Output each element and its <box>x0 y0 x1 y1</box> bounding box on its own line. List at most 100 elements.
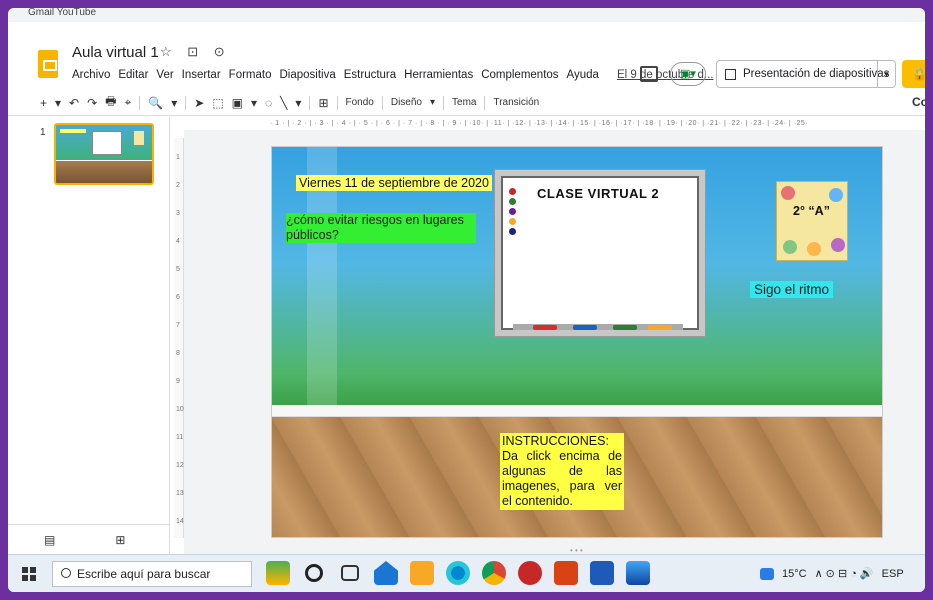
class-grade-card-image[interactable]: 2° “A” <box>776 181 848 261</box>
ruler-mark: 8 <box>176 350 180 357</box>
photos-icon[interactable] <box>626 561 650 585</box>
menu-estructura[interactable]: Estructura <box>344 69 396 81</box>
ruler-mark: 12 <box>176 462 184 469</box>
language-indicator[interactable]: ESP <box>882 568 904 580</box>
whiteboard-surface: CLASE VIRTUAL 2 <box>501 176 699 330</box>
menu-complementos[interactable]: Complementos <box>481 69 558 81</box>
grid-view-icon[interactable]: ⊞ <box>115 533 125 547</box>
task-view-icon[interactable] <box>341 565 359 581</box>
zoom-icon[interactable]: 🔍 <box>148 96 163 110</box>
filmstrip-view-icon[interactable]: ▤ <box>44 533 55 547</box>
search-icon <box>61 568 71 578</box>
file-explorer-icon[interactable] <box>410 561 434 585</box>
transition-button[interactable]: Transición <box>493 97 539 108</box>
marker-yellow <box>648 325 672 330</box>
toolbar-divider <box>185 95 187 110</box>
temperature-readout[interactable]: 15°C <box>782 568 807 580</box>
magnets-icon <box>509 188 517 238</box>
child-doodle-icon <box>831 238 845 252</box>
chevron-down-icon[interactable]: ▾ <box>877 61 895 87</box>
filmstrip-view-controls: ▤ ⊞ ‹ <box>8 524 189 554</box>
windows-start-icon[interactable] <box>22 567 36 581</box>
share-button[interactable]: 🔒Co <box>902 60 925 109</box>
grade-label: 2° “A” <box>791 204 832 218</box>
print-icon[interactable]: 🖶 <box>105 92 116 113</box>
edge-browser-icon[interactable] <box>446 561 470 585</box>
line-icon[interactable]: ╲ <box>280 96 287 110</box>
slide-canvas[interactable]: Viernes 11 de septiembre de 2020 ¿cómo e… <box>271 146 883 538</box>
title-actions[interactable]: ☆ ⊡ ⊙ <box>160 44 231 60</box>
store-icon[interactable] <box>374 561 398 585</box>
redo-icon[interactable]: ↷ <box>87 96 97 110</box>
opera-browser-icon[interactable] <box>518 561 542 585</box>
windows-taskbar: Escribe aquí para buscar 15°C ∧ ⊙ ⊟ ◔ 🔊 … <box>8 554 925 592</box>
menu-formato[interactable]: Formato <box>229 69 272 81</box>
meet-camera-icon[interactable]: ▣▾ <box>670 62 706 86</box>
bookmarks-text[interactable]: Gmail YouTube <box>28 8 96 18</box>
cortana-icon[interactable] <box>305 564 323 582</box>
image-icon[interactable]: ▣ <box>232 96 243 110</box>
child-doodle-icon <box>783 240 797 254</box>
menu-herramientas[interactable]: Herramientas <box>404 69 473 81</box>
menu-archivo[interactable]: Archivo <box>72 69 110 81</box>
marker-red <box>533 325 557 330</box>
menu-ayuda[interactable]: Ayuda <box>567 69 599 81</box>
date-text-box[interactable]: Viernes 11 de septiembre de 2020 <box>296 175 492 191</box>
taskbar-search-input[interactable]: Escribe aquí para buscar <box>52 561 252 587</box>
chrome-browser-icon[interactable] <box>482 561 506 585</box>
text-box-icon[interactable]: ⬚ <box>212 96 223 110</box>
menu-ver[interactable]: Ver <box>156 69 173 81</box>
thumbnail-label <box>60 129 86 133</box>
ruler-mark: 7 <box>176 322 180 329</box>
toolbar-divider <box>139 95 141 110</box>
toolbar-divider <box>484 95 486 110</box>
image-dropdown-icon[interactable]: ▾ <box>251 96 257 110</box>
slides-logo-icon[interactable] <box>38 50 58 78</box>
menu-insertar[interactable]: Insertar <box>182 69 221 81</box>
rhythm-text-box[interactable]: Sigo el ritmo <box>750 281 834 298</box>
line-dropdown-icon[interactable]: ▾ <box>295 96 301 110</box>
question-text-box[interactable]: ¿cómo evitar riesgos en lugares públicos… <box>286 213 476 243</box>
theme-button[interactable]: Tema <box>452 97 476 108</box>
whiteboard-title[interactable]: CLASE VIRTUAL 2 <box>537 186 659 201</box>
present-button[interactable]: Presentación de diapositivas ▾ <box>716 60 896 88</box>
ruler-mark: 2 <box>176 182 180 189</box>
whiteboard-image[interactable]: CLASE VIRTUAL 2 <box>494 169 706 337</box>
ruler-mark: 13 <box>176 490 184 497</box>
docs-header: Aula virtual 1 ☆ ⊡ ⊙ Archivo Editar Ver … <box>8 22 925 109</box>
magnet-red <box>509 188 516 195</box>
powerpoint-icon[interactable] <box>554 561 578 585</box>
comment-add-icon[interactable]: ⊞ <box>318 96 328 110</box>
system-tray: 15°C ∧ ⊙ ⊟ ◔ 🔊 ESP <box>760 567 904 580</box>
weather-icon[interactable] <box>760 567 774 580</box>
ruler-mark: 6 <box>176 294 180 301</box>
tray-icons[interactable]: ∧ ⊙ ⊟ ◔ 🔊 <box>815 567 874 580</box>
present-label: Presentación de diapositivas <box>743 68 890 80</box>
undo-icon[interactable]: ↶ <box>69 96 79 110</box>
instructions-text-box[interactable]: INSTRUCCIONES: Da click encima de alguna… <box>500 433 624 510</box>
shape-icon[interactable]: ◌ <box>265 96 272 110</box>
new-slide-dropdown-icon[interactable]: ▾ <box>55 96 61 110</box>
zoom-dropdown-icon[interactable]: ▾ <box>171 96 177 110</box>
thumbnail-card <box>134 131 144 145</box>
ruler-mark: 1 <box>176 154 180 161</box>
menu-editar[interactable]: Editar <box>118 69 148 81</box>
menu-bar: Archivo Editar Ver Insertar Formato Diap… <box>72 69 714 81</box>
marker-green <box>613 325 637 330</box>
layout-button[interactable]: Diseño <box>391 97 422 108</box>
menu-diapositiva[interactable]: Diapositiva <box>280 69 336 81</box>
select-cursor-icon[interactable]: ➤ <box>194 96 204 110</box>
layout-dropdown-icon[interactable]: ▾ <box>430 97 435 108</box>
document-title[interactable]: Aula virtual 1 <box>72 44 159 61</box>
new-slide-icon[interactable]: + <box>40 96 47 110</box>
weather-app-icon[interactable] <box>266 561 290 585</box>
background-button[interactable]: Fondo <box>346 97 374 108</box>
word-icon[interactable] <box>590 561 614 585</box>
paint-format-icon[interactable]: ⌖ <box>125 95 132 110</box>
ruler-mark: 14 <box>176 518 184 525</box>
ruler-mark: 4 <box>176 238 180 245</box>
toolbar-divider <box>309 95 311 110</box>
slide-thumbnail[interactable] <box>54 123 154 185</box>
comments-icon[interactable] <box>640 66 658 82</box>
child-doodle-icon <box>829 188 843 202</box>
